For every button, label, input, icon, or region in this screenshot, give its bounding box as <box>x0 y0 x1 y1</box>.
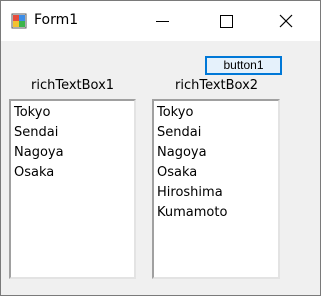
richtextbox1[interactable]: Tokyo Sendai Nagoya Osaka <box>9 99 136 279</box>
richtextbox1-content: Tokyo Sendai Nagoya Osaka <box>11 101 134 183</box>
text-line: Osaka <box>14 165 55 180</box>
text-line: Tokyo <box>157 105 194 120</box>
minimize-button[interactable] <box>137 1 183 41</box>
text-line: Nagoya <box>157 145 207 160</box>
text-line: Tokyo <box>14 105 51 120</box>
richtextbox2-content: Tokyo Sendai Nagoya Osaka Hiroshima Kumamoto <box>154 101 278 223</box>
form1-window: Form1 button1 richTextBox1 richTextBox2 … <box>0 0 321 296</box>
text-line: Nagoya <box>14 145 64 160</box>
richtextbox1-label: richTextBox1 <box>31 78 115 93</box>
text-line: Kumamoto <box>157 205 228 220</box>
text-line: Sendai <box>14 125 59 140</box>
minimize-icon <box>156 21 169 22</box>
maximize-icon <box>220 15 233 28</box>
title-bar[interactable]: Form1 <box>1 1 320 41</box>
richtextbox2-label: richTextBox2 <box>175 78 259 93</box>
button1[interactable]: button1 <box>205 56 282 75</box>
richtextbox2[interactable]: Tokyo Sendai Nagoya Osaka Hiroshima Kumamoto <box>152 99 280 279</box>
close-icon <box>279 14 293 28</box>
text-line: Osaka <box>157 165 198 180</box>
window-title: Form1 <box>34 12 79 28</box>
maximize-button[interactable] <box>203 1 249 41</box>
text-line: Sendai <box>157 125 202 140</box>
text-line: Hiroshima <box>157 185 223 200</box>
winforms-app-icon <box>11 13 27 29</box>
close-button[interactable] <box>263 1 309 41</box>
